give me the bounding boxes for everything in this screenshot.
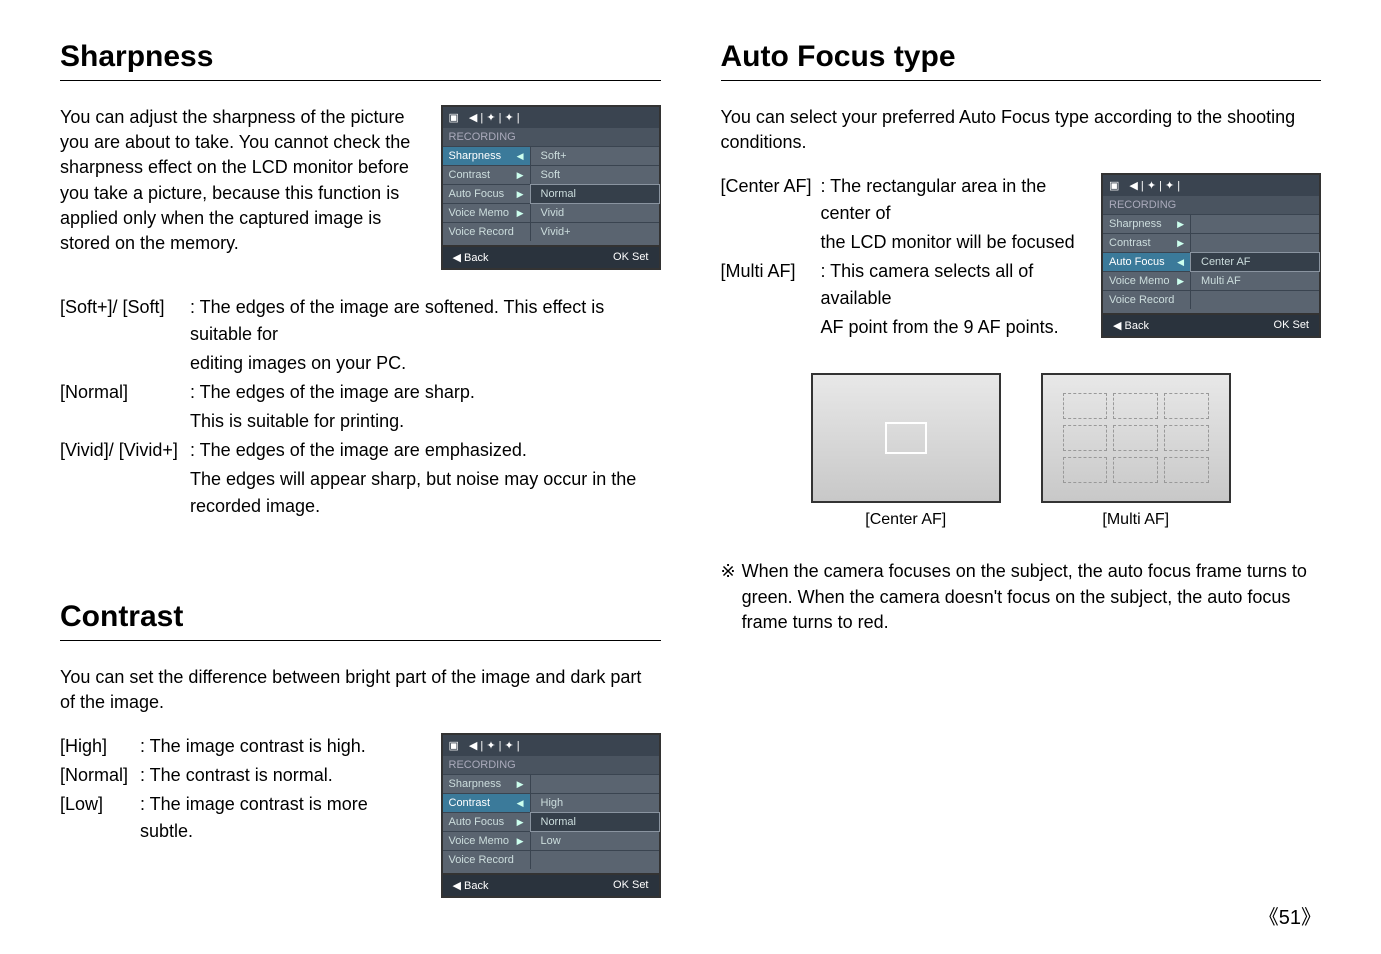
page-number: 《51》 xyxy=(1259,901,1321,930)
menu-row: Voice Record xyxy=(1103,290,1319,309)
af-intro: You can select your preferred Auto Focus… xyxy=(721,105,1322,155)
menu-autofocus: ▣ ◀ | ✦ | ✦ | RECORDING Sharpness▶Contra… xyxy=(1101,173,1321,338)
contrast-definitions: [High]: The image contrast is high.[Norm… xyxy=(60,733,421,847)
note-text: When the camera focuses on the subject, … xyxy=(742,559,1321,635)
heading-autofocus: Auto Focus type xyxy=(721,40,1322,81)
tab-divider: ◀ | ✦ | ✦ | xyxy=(469,111,520,124)
menu-ok: OK Set xyxy=(613,251,648,264)
heading-sharpness: Sharpness xyxy=(60,40,661,81)
camera-icon: ▣ xyxy=(449,111,459,124)
sharpness-intro: You can adjust the sharpness of the pict… xyxy=(60,105,421,256)
menu-title: RECORDING xyxy=(1103,196,1319,214)
menu-sharpness: ▣ ◀ | ✦ | ✦ | RECORDING Sharpness◀Soft+C… xyxy=(441,105,661,270)
menu-contrast: ▣ ◀ | ✦ | ✦ | RECORDING Sharpness▶Contra… xyxy=(441,733,661,898)
menu-back: ◀ Back xyxy=(1113,319,1149,332)
menu-row: Voice Memo▶Low xyxy=(443,831,659,850)
menu-row: Contrast▶Soft xyxy=(443,165,659,184)
heading-contrast: Contrast xyxy=(60,600,661,641)
menu-row: Auto Focus▶Normal xyxy=(443,812,659,831)
multi-af-caption: [Multi AF] xyxy=(1041,511,1231,529)
menu-row: Voice Record xyxy=(443,850,659,869)
camera-icon: ▣ xyxy=(1109,179,1119,192)
menu-row: Sharpness◀Soft+ xyxy=(443,146,659,165)
menu-row: Sharpness▶ xyxy=(1103,214,1319,233)
center-af-preview xyxy=(811,373,1001,503)
menu-ok: OK Set xyxy=(613,879,648,892)
camera-icon: ▣ xyxy=(449,739,459,752)
menu-row: Auto Focus◀Center AF xyxy=(1103,252,1319,271)
menu-title: RECORDING xyxy=(443,128,659,146)
menu-ok: OK Set xyxy=(1274,319,1309,332)
note-symbol-icon: ※ xyxy=(721,559,736,635)
menu-row: Auto Focus▶Normal xyxy=(443,184,659,203)
menu-back: ◀ Back xyxy=(453,879,489,892)
af-note: ※ When the camera focuses on the subject… xyxy=(721,559,1322,635)
menu-tabs: ▣ ◀ | ✦ | ✦ | xyxy=(1103,175,1319,196)
af-definitions: [Center AF]: The rectangular area in the… xyxy=(721,173,1082,343)
sharpness-definitions: [Soft+]/ [Soft]: The edges of the image … xyxy=(60,294,661,520)
center-af-caption: [Center AF] xyxy=(811,511,1001,529)
menu-row: Contrast▶ xyxy=(1103,233,1319,252)
menu-title: RECORDING xyxy=(443,756,659,774)
menu-row: Voice Memo▶Vivid xyxy=(443,203,659,222)
tab-divider: ◀ | ✦ | ✦ | xyxy=(469,739,520,752)
menu-back: ◀ Back xyxy=(453,251,489,264)
menu-tabs: ▣ ◀ | ✦ | ✦ | xyxy=(443,107,659,128)
tab-divider: ◀ | ✦ | ✦ | xyxy=(1129,179,1180,192)
multi-af-preview xyxy=(1041,373,1231,503)
menu-row: Contrast◀High xyxy=(443,793,659,812)
menu-row: Voice Memo▶Multi AF xyxy=(1103,271,1319,290)
menu-row: Voice RecordVivid+ xyxy=(443,222,659,241)
menu-tabs: ▣ ◀ | ✦ | ✦ | xyxy=(443,735,659,756)
contrast-intro: You can set the difference between brigh… xyxy=(60,665,661,715)
menu-row: Sharpness▶ xyxy=(443,774,659,793)
